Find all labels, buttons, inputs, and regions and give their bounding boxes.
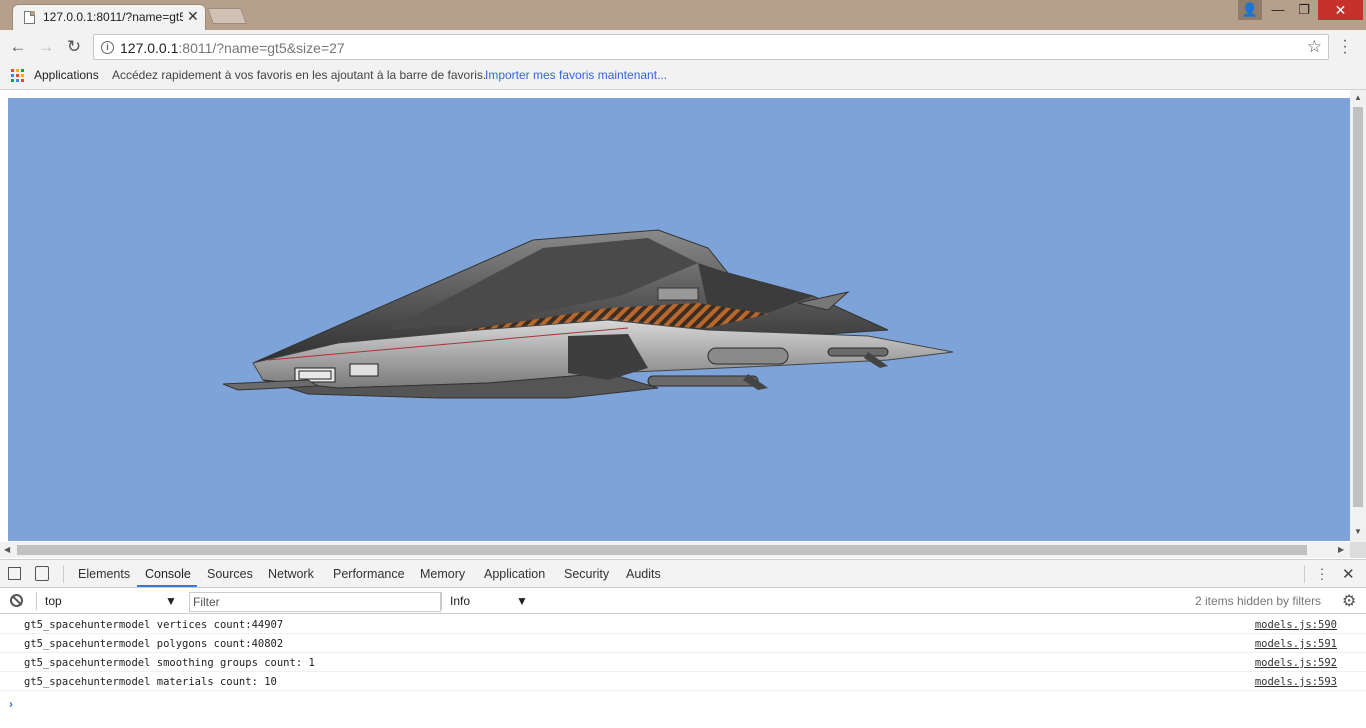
console-message: gt5_spacehuntermodel materials count: 10… (0, 672, 1366, 691)
console-prompt[interactable]: › (9, 697, 13, 711)
page-viewport: ▲ ▼ ◀ ▶ (0, 90, 1366, 558)
divider (63, 565, 64, 583)
title-bar: 127.0.0.1:8011/?name=gt5&size=27 ✕ 👤 — ❐… (0, 0, 1366, 30)
scrollbar-corner (1350, 542, 1366, 558)
url-host: 127.0.0.1 (120, 40, 179, 56)
console-message: gt5_spacehuntermodel polygons count:4080… (0, 634, 1366, 653)
apps-link[interactable]: Applications (34, 68, 99, 82)
hidden-items-message: 2 items hidden by filters (1195, 594, 1322, 608)
browser-toolbar: ← → ↻ i 127.0.0.1:8011/?name=gt5&size=27… (0, 30, 1366, 64)
tab-security[interactable]: Security (564, 567, 609, 581)
new-tab-button[interactable] (207, 8, 247, 24)
apps-grid-icon[interactable] (11, 69, 24, 82)
console-message: gt5_spacehuntermodel vertices count:4490… (0, 615, 1366, 634)
console-output: gt5_spacehuntermodel vertices count:4490… (0, 615, 1366, 711)
minimize-button[interactable]: — (1264, 0, 1292, 20)
address-bar[interactable]: i 127.0.0.1:8011/?name=gt5&size=27 ☆ (93, 34, 1329, 60)
devtools-close-icon[interactable]: ✕ (1342, 565, 1355, 583)
profile-icon[interactable]: 👤 (1238, 0, 1262, 20)
tab-title: 127.0.0.1:8011/?name=gt5&size=27 (43, 10, 183, 24)
console-message: gt5_spacehuntermodel smoothing groups co… (0, 653, 1366, 672)
log-source-link[interactable]: models.js:591 (1255, 638, 1337, 650)
webgl-canvas[interactable] (8, 98, 1350, 541)
site-info-icon[interactable]: i (101, 41, 114, 54)
devtools-tab-bar: Elements Console Sources Network Perform… (0, 560, 1366, 588)
scroll-left-icon[interactable]: ◀ (4, 545, 10, 554)
horizontal-scrollbar[interactable]: ◀ ▶ (0, 542, 1350, 558)
gear-icon[interactable]: ⚙ (1342, 591, 1356, 611)
vertical-scroll-thumb[interactable] (1353, 107, 1363, 507)
log-text: gt5_spacehuntermodel polygons count:4080… (24, 638, 284, 650)
maximize-button[interactable]: ❐ (1292, 0, 1316, 20)
browser-menu-icon[interactable]: · · · (1340, 33, 1350, 61)
devtools-menu-icon[interactable]: · · · (1317, 561, 1327, 585)
tab-application[interactable]: Application (484, 567, 545, 581)
log-text: gt5_spacehuntermodel smoothing groups co… (24, 657, 315, 669)
close-window-button[interactable]: ✕ (1318, 0, 1363, 20)
url-text[interactable]: 127.0.0.1:8011/?name=gt5&size=27 (120, 40, 345, 56)
scroll-down-icon[interactable]: ▼ (1354, 527, 1362, 536)
log-level-value: Info (450, 594, 471, 608)
tab-memory[interactable]: Memory (420, 567, 465, 581)
back-button[interactable]: ← (8, 37, 28, 57)
browser-tab[interactable]: 127.0.0.1:8011/?name=gt5&size=27 ✕ (12, 4, 206, 30)
tab-close-icon[interactable]: ✕ (187, 8, 199, 25)
reload-button[interactable]: ↻ (64, 37, 84, 57)
chevron-down-icon: ▼ (516, 594, 528, 608)
log-source-link[interactable]: models.js:590 (1255, 619, 1337, 631)
log-source-link[interactable]: models.js:593 (1255, 676, 1337, 688)
context-selector[interactable]: top ▼ (36, 592, 178, 610)
url-path: :8011/?name=gt5&size=27 (178, 40, 345, 56)
bookmarks-hint: Accédez rapidement à vos favoris en les … (112, 68, 487, 82)
vertical-scrollbar[interactable]: ▲ ▼ (1350, 90, 1366, 542)
log-source-link[interactable]: models.js:592 (1255, 657, 1337, 669)
forward-button[interactable]: → (36, 37, 56, 57)
clear-console-icon[interactable] (10, 594, 23, 607)
log-level-selector[interactable]: Info ▼ (441, 592, 531, 610)
spaceship-model (222, 229, 954, 399)
tab-audits[interactable]: Audits (626, 567, 661, 581)
console-filter-input[interactable] (189, 592, 441, 612)
context-value: top (45, 594, 62, 608)
inspect-element-icon[interactable] (8, 567, 21, 580)
tab-sources[interactable]: Sources (207, 567, 253, 581)
tab-network[interactable]: Network (268, 567, 314, 581)
active-tab-indicator (137, 585, 197, 587)
log-text: gt5_spacehuntermodel vertices count:4490… (24, 619, 284, 631)
tab-performance[interactable]: Performance (333, 567, 405, 581)
scroll-up-icon[interactable]: ▲ (1354, 93, 1362, 102)
bookmarks-bar: Applications Accédez rapidement à vos fa… (0, 64, 1366, 90)
chevron-down-icon: ▼ (165, 594, 177, 608)
log-text: gt5_spacehuntermodel materials count: 10 (24, 676, 277, 688)
import-bookmarks-link[interactable]: Importer mes favoris maintenant... (485, 68, 667, 82)
scroll-right-icon[interactable]: ▶ (1338, 545, 1344, 554)
page-icon (24, 11, 35, 24)
tab-console[interactable]: Console (145, 567, 191, 581)
devtools-panel: Elements Console Sources Network Perform… (0, 559, 1366, 728)
divider (1304, 565, 1305, 583)
console-filter-bar: top ▼ Info ▼ 2 items hidden by filters ⚙ (0, 588, 1366, 614)
bookmark-star-icon[interactable]: ☆ (1307, 37, 1322, 57)
tab-elements[interactable]: Elements (78, 567, 130, 581)
device-toolbar-icon[interactable] (35, 566, 49, 581)
horizontal-scroll-thumb[interactable] (17, 545, 1307, 555)
